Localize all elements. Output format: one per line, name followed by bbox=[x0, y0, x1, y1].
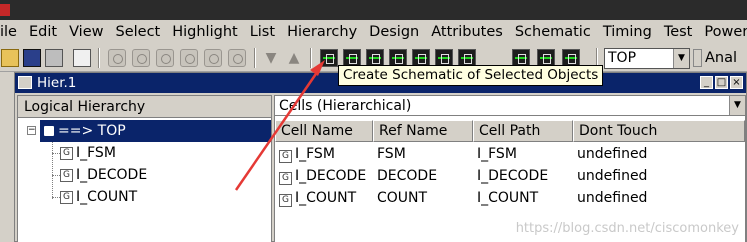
tree-connector bbox=[52, 137, 53, 199]
toolbar-separator bbox=[310, 48, 312, 68]
zoom-fit-icon[interactable] bbox=[180, 49, 198, 67]
table-row[interactable]: G I_FSM FSM I_FSM undefined bbox=[275, 143, 745, 165]
watermark: https://blog.csdn.net/ciscomonkey bbox=[515, 221, 739, 236]
hier-window-title: Hier.1 bbox=[37, 75, 77, 91]
cell-path: I_FSM bbox=[477, 146, 517, 162]
cell-name-text: I_COUNT bbox=[295, 190, 357, 206]
move-up-icon[interactable]: ▲ bbox=[285, 49, 303, 67]
column-header-cell-name[interactable]: Cell Name bbox=[275, 120, 373, 142]
column-header-dont-touch[interactable]: Dont Touch bbox=[573, 120, 745, 142]
tree-item-label: I_COUNT bbox=[76, 189, 138, 205]
menu-schematic[interactable]: Schematic bbox=[509, 21, 597, 43]
logical-hierarchy-panel: Logical Hierarchy − ==> TOP G I_FSM G I_… bbox=[17, 95, 272, 242]
move-down-icon[interactable]: ▼ bbox=[262, 49, 280, 67]
chevron-down-icon[interactable]: ▼ bbox=[729, 96, 745, 115]
view-selector-value: Cells (Hierarchical) bbox=[279, 98, 412, 114]
create-schematic-icon[interactable] bbox=[320, 49, 338, 67]
open-folder-icon[interactable] bbox=[1, 49, 19, 67]
design-select-value: TOP bbox=[608, 50, 637, 66]
menubar: ile Edit View Select Highlight List Hier… bbox=[0, 20, 747, 44]
menu-list[interactable]: List bbox=[244, 21, 281, 43]
cell-icon: G bbox=[279, 172, 292, 185]
table-row[interactable]: G I_COUNT COUNT I_COUNT undefined bbox=[275, 187, 745, 209]
cell-name: G I_DECODE bbox=[275, 165, 373, 187]
menu-highlight[interactable]: Highlight bbox=[166, 21, 243, 43]
menu-test[interactable]: Test bbox=[658, 21, 699, 43]
cells-panel: Cells (Hierarchical) ▼ Cell Name Ref Nam… bbox=[274, 95, 746, 242]
window-menu-icon[interactable] bbox=[18, 76, 32, 89]
menu-hierarchy[interactable]: Hierarchy bbox=[281, 21, 363, 43]
menu-analysis-overflow[interactable]: Anal bbox=[705, 48, 737, 68]
toolbar-separator bbox=[98, 48, 100, 68]
toolbar-separator bbox=[254, 48, 256, 68]
save-icon[interactable] bbox=[23, 49, 41, 67]
menu-power[interactable]: Power bbox=[698, 21, 747, 43]
menu-attributes[interactable]: Attributes bbox=[425, 21, 509, 43]
cell-name-text: I_DECODE bbox=[295, 168, 367, 184]
print-icon[interactable] bbox=[45, 49, 63, 67]
ref-name: COUNT bbox=[377, 190, 428, 206]
cell-name: G I_COUNT bbox=[275, 187, 373, 209]
menu-view[interactable]: View bbox=[63, 21, 109, 43]
cell-icon: G bbox=[279, 194, 292, 207]
zoom-in-icon[interactable] bbox=[132, 49, 150, 67]
tree-item-i-count[interactable]: G I_COUNT bbox=[60, 186, 137, 208]
chevron-down-icon[interactable]: ▼ bbox=[673, 49, 689, 68]
design-select-combo[interactable]: TOP ▼ bbox=[604, 48, 690, 69]
dont-touch: undefined bbox=[577, 168, 648, 184]
ref-name: FSM bbox=[377, 146, 406, 162]
cell-icon: G bbox=[60, 146, 73, 160]
tree-item-label: I_FSM bbox=[76, 145, 116, 161]
tree-item-top[interactable]: ==> TOP bbox=[40, 120, 271, 142]
tree-item-i-fsm[interactable]: G I_FSM bbox=[60, 142, 116, 164]
table-header: Cell Name Ref Name Cell Path Dont Touch bbox=[275, 120, 745, 142]
app-icon bbox=[0, 4, 10, 16]
column-header-ref-name[interactable]: Ref Name bbox=[373, 120, 473, 142]
menu-select[interactable]: Select bbox=[110, 21, 167, 43]
properties-icon[interactable] bbox=[73, 49, 91, 67]
zoom-out-icon[interactable] bbox=[156, 49, 174, 67]
dont-touch: undefined bbox=[577, 146, 648, 162]
cell-name-text: I_FSM bbox=[295, 146, 335, 162]
refresh-icon[interactable] bbox=[228, 49, 246, 67]
menu-edit[interactable]: Edit bbox=[23, 21, 63, 43]
cell-name: G I_FSM bbox=[275, 143, 373, 165]
maximize-icon[interactable]: □ bbox=[715, 76, 728, 89]
menu-file[interactable]: ile bbox=[0, 21, 23, 43]
ref-name: DECODE bbox=[377, 168, 438, 184]
select-icon[interactable] bbox=[108, 49, 126, 67]
close-icon[interactable]: × bbox=[730, 76, 743, 89]
table-row[interactable]: G I_DECODE DECODE I_DECODE undefined bbox=[275, 165, 745, 187]
collapse-icon[interactable]: − bbox=[27, 126, 36, 135]
view-selector-combo[interactable]: Cells (Hierarchical) ▼ bbox=[275, 96, 745, 116]
tree-item-label: ==> TOP bbox=[58, 123, 126, 139]
tree-item-i-decode[interactable]: G I_DECODE bbox=[60, 164, 147, 186]
hier-window: Hier.1 _ □ × Logical Hierarchy − ==> TOP… bbox=[14, 72, 747, 242]
logical-hierarchy-header: Logical Hierarchy bbox=[18, 96, 271, 118]
tooltip: Create Schematic of Selected Objects bbox=[338, 65, 604, 86]
design-icon bbox=[44, 126, 54, 136]
cell-path: I_COUNT bbox=[477, 190, 539, 206]
minimize-icon[interactable]: _ bbox=[700, 76, 713, 89]
toolbar-edge-icon[interactable] bbox=[693, 49, 702, 67]
cell-path: I_DECODE bbox=[477, 168, 549, 184]
cell-icon: G bbox=[60, 168, 73, 182]
menu-timing[interactable]: Timing bbox=[597, 21, 658, 43]
menu-design[interactable]: Design bbox=[363, 21, 425, 43]
tree-item-label: I_DECODE bbox=[76, 167, 148, 183]
dont-touch: undefined bbox=[577, 190, 648, 206]
pan-icon[interactable] bbox=[204, 49, 222, 67]
app-title-strip bbox=[0, 0, 747, 20]
column-header-cell-path[interactable]: Cell Path bbox=[473, 120, 573, 142]
cell-icon: G bbox=[279, 150, 292, 163]
cell-icon: G bbox=[60, 190, 73, 204]
